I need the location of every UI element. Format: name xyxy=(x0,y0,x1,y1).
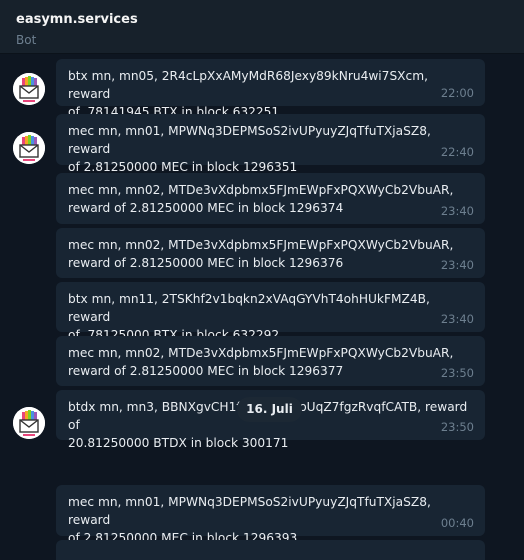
envelope-logo-icon xyxy=(13,407,45,439)
bot-avatar[interactable] xyxy=(13,407,45,439)
message-text: mec mn, mn02, MTDe3vXdpbmx5FJmEWpFxPQXWy… xyxy=(68,238,454,270)
message-time: 23:40 xyxy=(440,204,474,218)
envelope-logo-icon xyxy=(13,132,45,164)
message-bubble[interactable]: mec mn, mn01, MPWNq3DEPMSoS2ivUPyuyZJqTf… xyxy=(56,485,485,545)
message-time: 23:50 xyxy=(440,420,474,434)
message-bubble[interactable]: btx mn, mn11, 2TSKhf2v1bqkn2xVAqGYVhT4oh… xyxy=(56,282,485,342)
chat-subtitle: Bot xyxy=(16,33,37,47)
message-bubble[interactable]: mec mn, mn02, MTDe3vXdpbmx5FJmEWpFxPQXWy… xyxy=(56,173,485,224)
message-bubble[interactable]: mec mn, mn01, MPWNq3DEPMSoS2ivUPyuyZJqTf… xyxy=(56,114,485,174)
message-time: 23:40 xyxy=(440,258,474,272)
message-time: 23:50 xyxy=(440,366,474,380)
message-text: mec mn, mn01, MPWNq3DEPMSoS2ivUPyuyZJqTf… xyxy=(68,495,431,545)
message-list[interactable]: btx mn, mn05, 2R4cLpXxAMyMdR68Jexy89kNru… xyxy=(0,55,524,560)
envelope-logo-icon xyxy=(13,73,45,105)
bot-avatar[interactable] xyxy=(13,132,45,164)
chat-header[interactable]: easymn.services Bot xyxy=(0,0,524,54)
message-bubble[interactable]: mec mn, mn02, MTDe3vXdpbmx5FJmEWpFxPQXWy… xyxy=(56,228,485,278)
message-bubble-partial[interactable] xyxy=(56,540,485,560)
message-text: mec mn, mn01, MPWNq3DEPMSoS2ivUPyuyZJqTf… xyxy=(68,124,431,174)
message-text: btx mn, mn05, 2R4cLpXxAMyMdR68Jexy89kNru… xyxy=(68,69,428,119)
date-separator: 16. Juli xyxy=(237,397,302,422)
message-time: 22:40 xyxy=(440,145,474,159)
chat-title[interactable]: easymn.services xyxy=(16,12,138,27)
message-time: 23:40 xyxy=(440,312,474,326)
message-text: mec mn, mn02, MTDe3vXdpbmx5FJmEWpFxPQXWy… xyxy=(68,183,454,215)
message-text: mec mn, mn02, MTDe3vXdpbmx5FJmEWpFxPQXWy… xyxy=(68,346,454,378)
message-bubble[interactable]: mec mn, mn02, MTDe3vXdpbmx5FJmEWpFxPQXWy… xyxy=(56,336,485,386)
message-time: 00:40 xyxy=(440,516,474,530)
message-time: 22:00 xyxy=(440,86,474,100)
bot-avatar[interactable] xyxy=(13,73,45,105)
message-bubble[interactable]: btx mn, mn05, 2R4cLpXxAMyMdR68Jexy89kNru… xyxy=(56,59,485,119)
